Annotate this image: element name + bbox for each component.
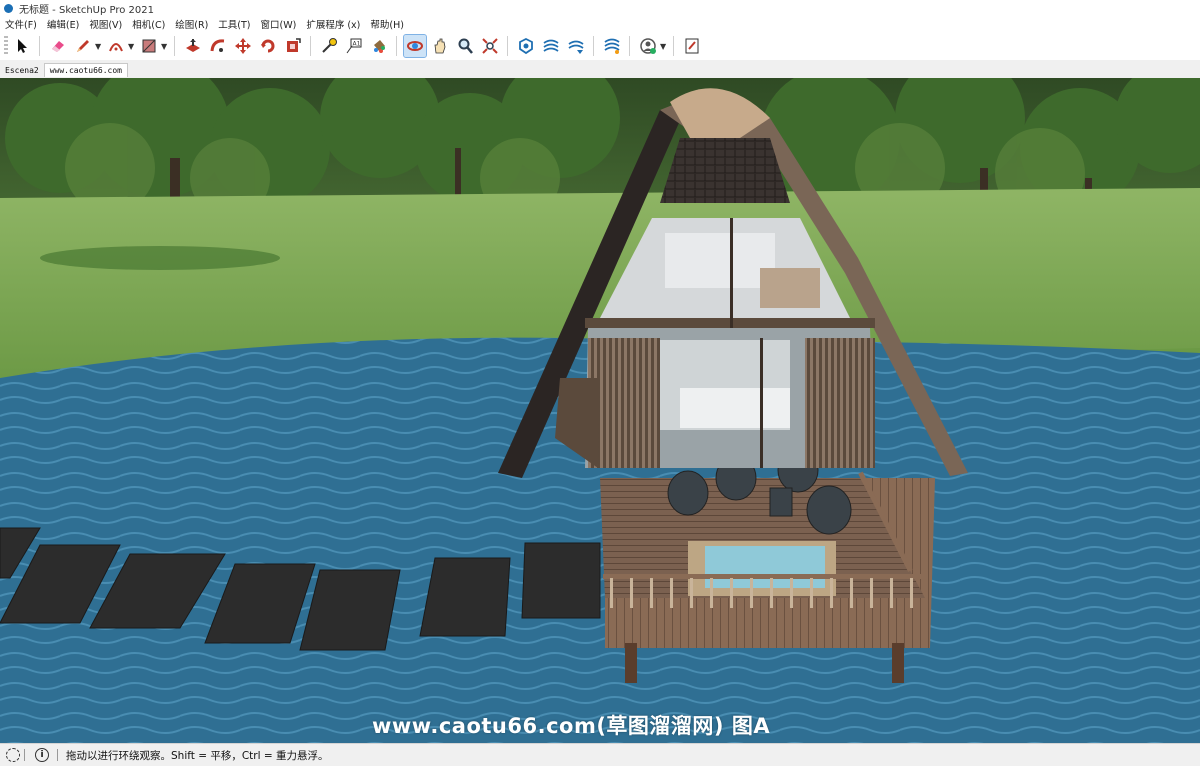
- status-separator: [24, 749, 25, 761]
- status-separator: [57, 749, 58, 761]
- move-tool-icon[interactable]: [232, 35, 254, 57]
- main-toolbar: ▼ ▼ ▼ A1 ▼: [0, 32, 1200, 61]
- eraser-tool-icon[interactable]: [47, 35, 69, 57]
- 3d-warehouse-icon[interactable]: [515, 35, 537, 57]
- toolbar-separator: [593, 36, 594, 56]
- chevron-down-icon[interactable]: ▼: [161, 42, 168, 51]
- menu-file[interactable]: 文件(F): [0, 17, 42, 31]
- toolbar-separator: [310, 36, 311, 56]
- status-bar: i 拖动以进行环绕观察。Shift = 平移，Ctrl = 重力悬浮。: [0, 743, 1200, 766]
- chevron-down-icon[interactable]: ▼: [128, 42, 135, 51]
- pencil-line-tool-icon[interactable]: [72, 35, 94, 57]
- extension-manager-icon[interactable]: [601, 35, 623, 57]
- toolbar-separator: [174, 36, 175, 56]
- rotate-tool-icon[interactable]: [257, 35, 279, 57]
- 3d-viewport[interactable]: www.caotu66.com(草图溜溜网) 图A: [0, 78, 1200, 743]
- extension-warehouse-icon[interactable]: [540, 35, 562, 57]
- watermark-text: www.caotu66.com(草图溜溜网) 图A: [372, 714, 771, 738]
- menu-window[interactable]: 窗口(W): [256, 17, 302, 31]
- pan-hand-icon[interactable]: [429, 35, 451, 57]
- menu-help[interactable]: 帮助(H): [365, 17, 409, 31]
- zoom-extents-icon[interactable]: [479, 35, 501, 57]
- select-tool-icon[interactable]: [11, 35, 33, 57]
- zoom-magnifier-icon[interactable]: [454, 35, 476, 57]
- sketchup-app-icon: [4, 3, 13, 13]
- chevron-down-icon[interactable]: ▼: [95, 42, 102, 51]
- toolbar-separator: [673, 36, 674, 56]
- title-bar: 无标题 - SketchUp Pro 2021: [0, 0, 1200, 16]
- paint-bucket-tool-icon[interactable]: [368, 35, 390, 57]
- status-text: 拖动以进行环绕观察。Shift = 平移，Ctrl = 重力悬浮。: [66, 749, 329, 762]
- menu-edit[interactable]: 编辑(E): [42, 17, 84, 31]
- offset-tool-icon[interactable]: [282, 35, 304, 57]
- toolbar-separator: [507, 36, 508, 56]
- rectangle-tool-icon[interactable]: [138, 35, 160, 57]
- user-account-icon[interactable]: [637, 35, 659, 57]
- scene-tab[interactable]: Escena2: [0, 64, 44, 77]
- menu-draw[interactable]: 绘图(R): [170, 17, 213, 31]
- model-info-icon[interactable]: [681, 35, 703, 57]
- text-tool-icon[interactable]: A1: [343, 35, 365, 57]
- menu-view[interactable]: 视图(V): [84, 17, 127, 31]
- menu-bar: 文件(F) 编辑(E) 视图(V) 相机(C) 绘图(R) 工具(T) 窗口(W…: [0, 16, 1200, 32]
- menu-tools[interactable]: 工具(T): [213, 17, 255, 31]
- scene-tabs: Escena2 www.caotu66.com: [0, 60, 1200, 77]
- tape-measure-tool-icon[interactable]: [318, 35, 340, 57]
- scene-tab-active[interactable]: www.caotu66.com: [43, 63, 128, 77]
- toolbar-separator: [396, 36, 397, 56]
- geo-location-icon[interactable]: [6, 748, 20, 762]
- scene-render: [0, 78, 1200, 743]
- follow-me-tool-icon[interactable]: [207, 35, 229, 57]
- window-title: 无标题 - SketchUp Pro 2021: [19, 4, 154, 16]
- menu-camera[interactable]: 相机(C): [127, 17, 170, 31]
- info-icon[interactable]: i: [35, 748, 49, 762]
- push-pull-tool-icon[interactable]: [182, 35, 204, 57]
- toolbar-grip[interactable]: [4, 36, 8, 56]
- toolbar-separator: [629, 36, 630, 56]
- arc-tool-icon[interactable]: [105, 35, 127, 57]
- chevron-down-icon[interactable]: ▼: [660, 42, 667, 51]
- toolbar-separator: [39, 36, 40, 56]
- menu-extensions[interactable]: 扩展程序 (x): [301, 17, 365, 31]
- svg-text:A1: A1: [353, 41, 361, 48]
- orbit-icon[interactable]: [403, 34, 427, 58]
- layout-send-icon[interactable]: [565, 35, 587, 57]
